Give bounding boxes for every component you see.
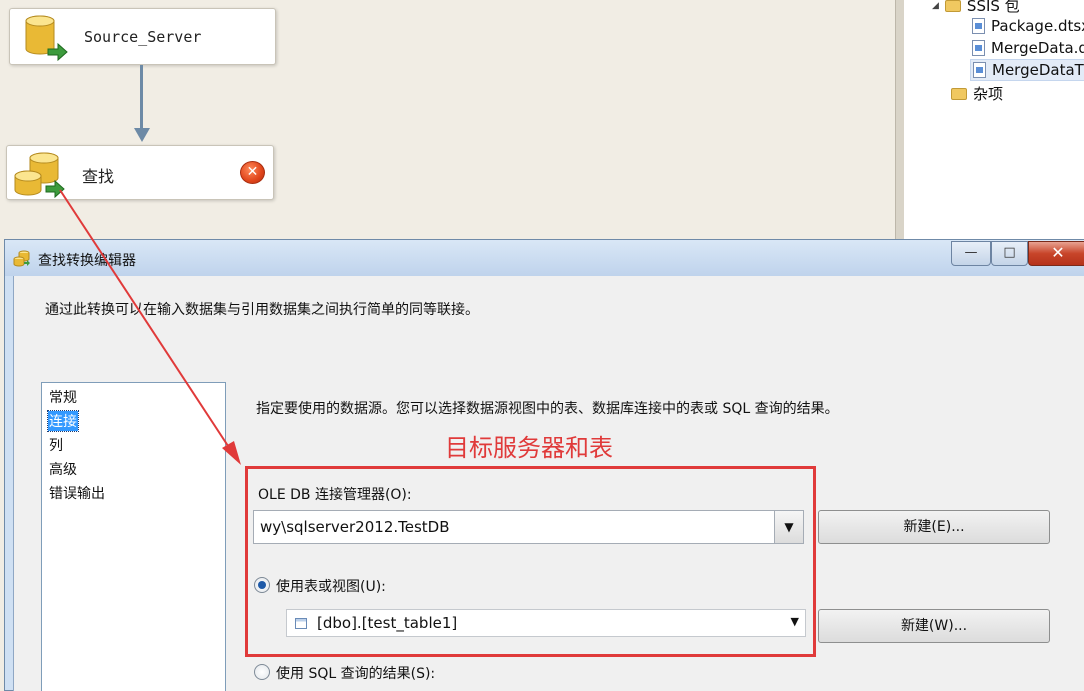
- package-file-icon: [972, 18, 985, 34]
- tree-item-ssis-packages[interactable]: ◢ SSIS 包: [932, 0, 1020, 16]
- folder-icon: [951, 87, 967, 100]
- tree-item-label: Package.dtsx: [991, 17, 1084, 35]
- source-server-task[interactable]: Source_Server: [9, 8, 276, 65]
- page-description: 指定要使用的数据源。您可以选择数据源视图中的表、数据库连接中的表或 SQL 查询…: [256, 401, 839, 417]
- table-view-combo[interactable]: [dbo].[test_table1] ▼: [286, 609, 806, 637]
- design-surface[interactable]: Source_Server 查找 ✕: [0, 0, 895, 240]
- tree-item-label: MergeData.d: [991, 39, 1084, 57]
- expand-triangle-icon[interactable]: ◢: [932, 1, 939, 11]
- data-flow-path[interactable]: [140, 65, 143, 135]
- title-bar[interactable]: 查找转换编辑器 — □ ✕: [5, 240, 1084, 276]
- connection-manager-combo[interactable]: wy\sqlserver2012.TestDB ▼: [253, 510, 804, 544]
- tree-item-label: SSIS 包: [966, 0, 1020, 15]
- tree-item-package[interactable]: Package.dtsx: [972, 17, 1084, 35]
- annotation-text: 目标服务器和表: [445, 434, 613, 462]
- dialog-title: 查找转换编辑器: [38, 253, 136, 269]
- solution-explorer: ◢ SSIS 包 Package.dtsx MergeData.d MergeD…: [904, 0, 1084, 240]
- folder-icon: [944, 0, 961, 12]
- minimize-button[interactable]: —: [951, 241, 991, 266]
- tree-item-label: 杂项: [973, 85, 1004, 103]
- task-label: Source_Server: [84, 28, 202, 46]
- new-table-button[interactable]: 新建(W)...: [818, 609, 1050, 643]
- data-flow-arrowhead: [134, 128, 150, 142]
- use-sql-query-radio[interactable]: [254, 664, 270, 680]
- use-table-radio[interactable]: [254, 577, 270, 593]
- table-view-value: [dbo].[test_table1]: [317, 614, 458, 632]
- nav-item-advanced[interactable]: 高级: [48, 459, 78, 479]
- table-icon: [295, 618, 307, 629]
- lookup-task[interactable]: 查找 ✕: [6, 145, 274, 200]
- dropdown-arrow-icon[interactable]: ▼: [774, 511, 803, 543]
- tree-item-misc[interactable]: 杂项: [951, 83, 1003, 104]
- use-sql-query-label[interactable]: 使用 SQL 查询的结果(S):: [276, 663, 435, 683]
- maximize-button[interactable]: □: [991, 241, 1028, 266]
- close-button[interactable]: ✕: [1028, 241, 1084, 266]
- package-file-icon: [973, 62, 986, 78]
- tree-item-mergedatat[interactable]: MergeDataT: [970, 59, 1084, 81]
- lookup-transform-icon: [13, 250, 30, 267]
- page-navigation-list[interactable]: 常规 连接 列 高级 错误输出: [41, 382, 226, 691]
- tree-item-mergedata[interactable]: MergeData.d: [972, 39, 1084, 57]
- dropdown-arrow-icon[interactable]: ▼: [791, 615, 799, 628]
- use-table-label[interactable]: 使用表或视图(U):: [276, 576, 386, 596]
- pane-splitter[interactable]: [895, 0, 904, 240]
- nav-item-columns[interactable]: 列: [48, 435, 64, 455]
- lookup-database-icon: [14, 152, 65, 198]
- nav-item-general[interactable]: 常规: [48, 387, 78, 407]
- new-connection-button[interactable]: 新建(E)...: [818, 510, 1050, 544]
- dialog-body: 通过此转换可以在输入数据集与引用数据集之间执行简单的同等联接。 常规 连接 列 …: [13, 276, 1084, 691]
- package-file-icon: [972, 40, 985, 56]
- nav-item-error-output[interactable]: 错误输出: [48, 483, 106, 503]
- tree-item-label: MergeDataT: [992, 61, 1084, 79]
- lookup-transformation-editor-dialog: 查找转换编辑器 — □ ✕ 通过此转换可以在输入数据集与引用数据集之间执行简单的…: [4, 239, 1084, 691]
- error-icon[interactable]: ✕: [240, 161, 265, 184]
- task-label: 查找: [82, 167, 115, 186]
- database-source-icon: [25, 15, 68, 61]
- connection-manager-value: wy\sqlserver2012.TestDB: [260, 518, 450, 536]
- nav-item-connection[interactable]: 连接: [47, 410, 79, 432]
- connection-manager-label: OLE DB 连接管理器(O):: [258, 487, 412, 503]
- dialog-description: 通过此转换可以在输入数据集与引用数据集之间执行简单的同等联接。: [45, 302, 479, 318]
